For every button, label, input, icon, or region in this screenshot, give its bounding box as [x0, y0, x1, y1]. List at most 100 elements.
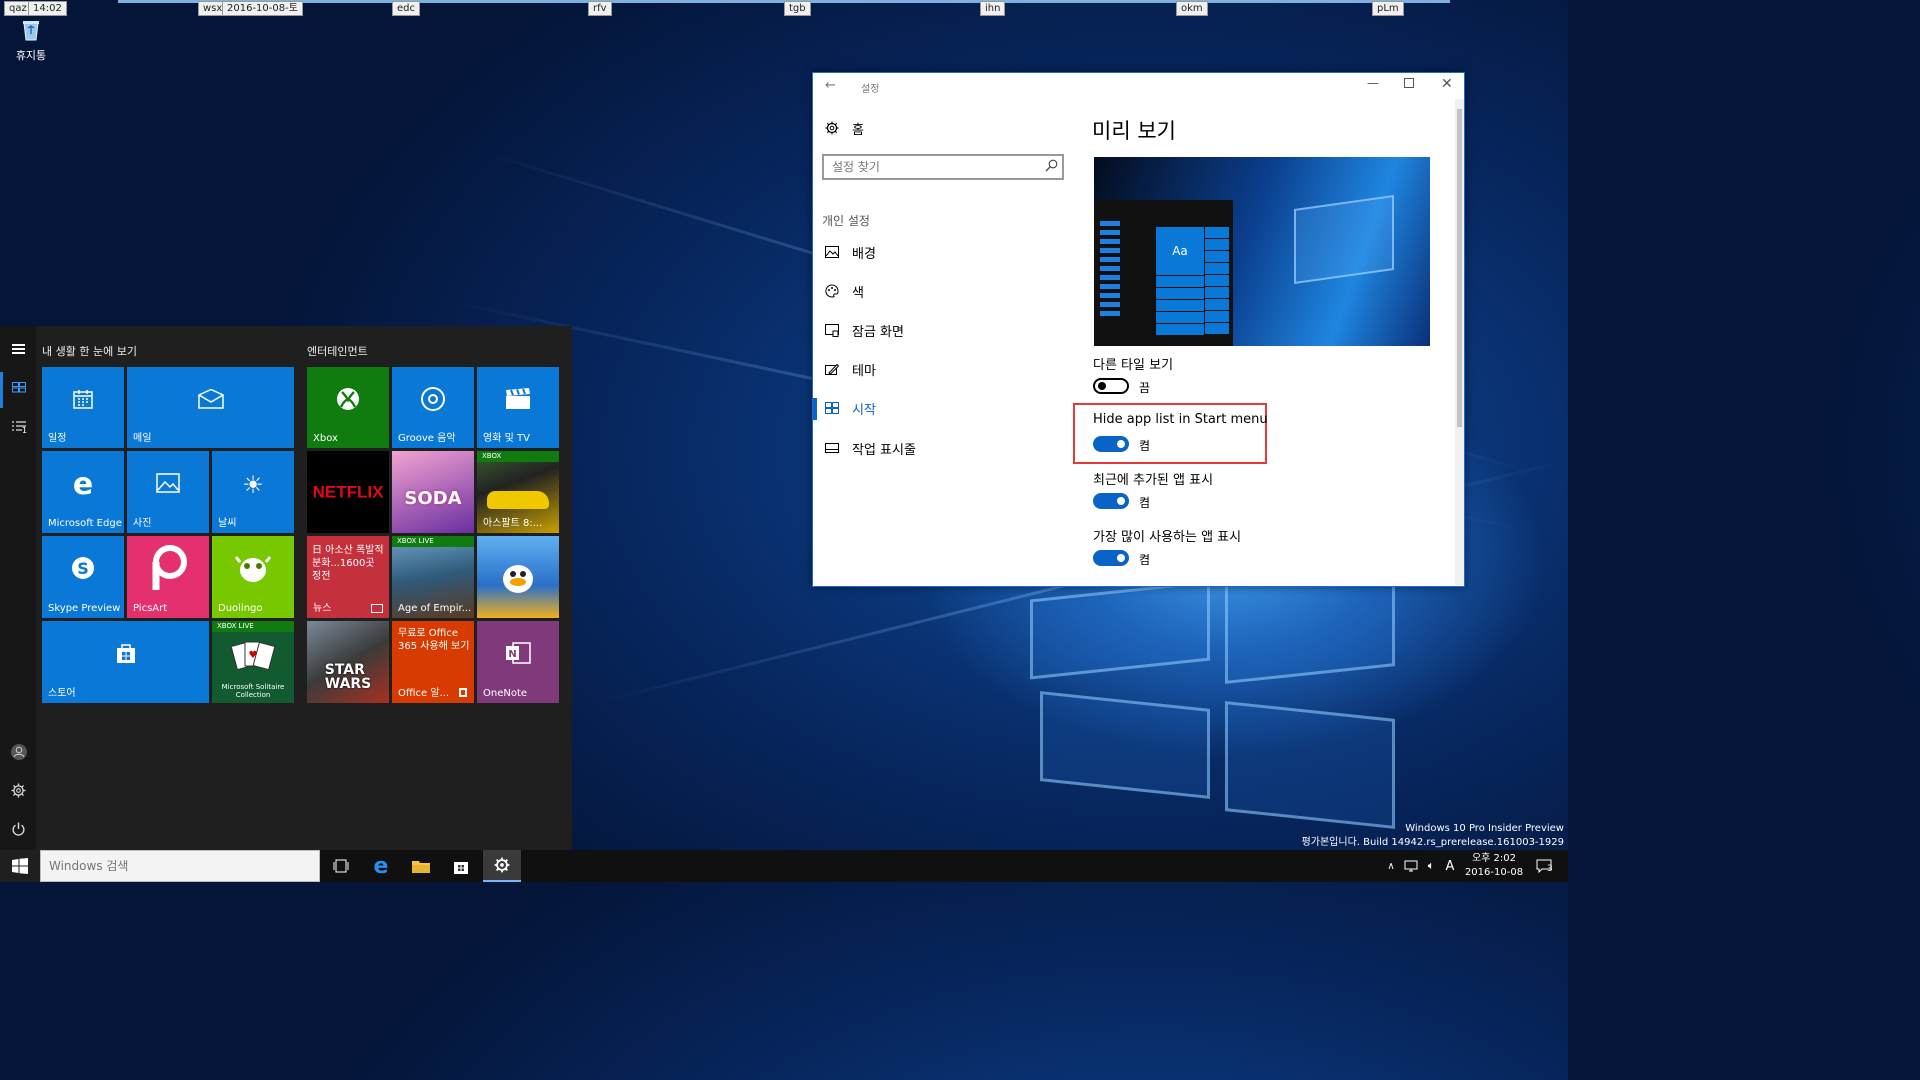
- tiles-view-icon[interactable]: [12, 382, 26, 393]
- settings-search-input[interactable]: [832, 157, 1042, 177]
- tile-photos[interactable]: 사진: [127, 451, 209, 533]
- start-preview-image: Aa: [1094, 157, 1430, 346]
- tile-onenote[interactable]: N OneNote: [477, 621, 559, 703]
- volume-icon[interactable]: 🔈︎: [1422, 850, 1440, 882]
- tile-skype[interactable]: S Skype Preview: [42, 536, 124, 618]
- edge-icon: e: [72, 467, 94, 503]
- file-explorer-taskbar-icon[interactable]: [402, 850, 440, 882]
- tile-label: Skype Preview: [48, 603, 121, 614]
- tile-age-of-empires[interactable]: XBOX LIVE Age of Empir...: [392, 536, 474, 618]
- nav-item-taskbar[interactable]: 작업 표시줄: [824, 437, 916, 459]
- preview-window-logo: [1294, 194, 1394, 285]
- watermark-line2: 평가본입니다. Build 14942.rs_prerelease.161003…: [1301, 837, 1564, 848]
- close-button[interactable]: ✕: [1441, 76, 1453, 92]
- tile-mail[interactable]: 메일: [127, 367, 294, 448]
- tile-xbox[interactable]: Xbox: [307, 367, 389, 448]
- task-view-button[interactable]: [322, 850, 360, 882]
- taskbar-search-box[interactable]: [40, 850, 320, 882]
- tile-label: 뉴스: [313, 603, 332, 614]
- toggle-state: 끔: [1139, 381, 1151, 395]
- option-label: 최근에 추가된 앱 표시: [1093, 473, 1214, 488]
- store-taskbar-icon[interactable]: [442, 850, 480, 882]
- hamburger-menu-icon[interactable]: [12, 344, 25, 354]
- skype-icon: S: [70, 555, 96, 585]
- preview-app-list: [1100, 221, 1120, 316]
- all-apps-icon[interactable]: 1: [12, 421, 30, 437]
- clock[interactable]: 오후 2:02 2016-10-08: [1462, 852, 1526, 880]
- tile-solitaire[interactable]: XBOX LIVE ♥ Microsoft Solitaire Collecti…: [212, 621, 294, 703]
- home-label: 홈: [852, 122, 864, 138]
- network-icon[interactable]: [1402, 850, 1420, 882]
- option-label: Hide app list in Start menu: [1093, 412, 1268, 427]
- scrollbar[interactable]: [1455, 99, 1464, 585]
- onenote-icon: N: [505, 641, 531, 669]
- tile-duck-game[interactable]: [477, 536, 559, 618]
- back-arrow-icon[interactable]: ←: [825, 78, 836, 93]
- nav-item-lock-screen[interactable]: 잠금 화면: [824, 319, 904, 341]
- recently-added-toggle[interactable]: [1093, 493, 1129, 509]
- hide-app-list-toggle[interactable]: [1093, 436, 1129, 452]
- tile-edge[interactable]: e Microsoft Edge: [42, 451, 124, 533]
- tile-duolingo[interactable]: Duolingo: [212, 536, 294, 618]
- tile-movies[interactable]: 영화 및 TV: [477, 367, 559, 448]
- owl-icon: [234, 552, 272, 588]
- minimize-button[interactable]: —: [1367, 76, 1379, 90]
- window-title: 설정: [861, 84, 880, 95]
- tile-netflix[interactable]: NETFLIX: [307, 451, 389, 533]
- nav-item-start[interactable]: 시작: [824, 397, 876, 419]
- news-headline: 日 아소산 폭발적 분화...1600곳 정전: [312, 545, 384, 582]
- home-link[interactable]: 홈: [824, 117, 864, 139]
- news-icon: [371, 604, 383, 613]
- taskbar-search-input[interactable]: [49, 852, 309, 880]
- tile-label: 아스팔트 8:...: [483, 518, 543, 529]
- settings-gear-icon[interactable]: [11, 783, 26, 801]
- tile-label: 날씨: [218, 518, 237, 529]
- settings-taskbar-icon[interactable]: [483, 850, 521, 882]
- window-logo-pane: [1225, 701, 1395, 829]
- toggle-state: 켬: [1139, 439, 1151, 453]
- chevron-up-icon[interactable]: ∧: [1384, 850, 1398, 882]
- tile-candy-crush-soda[interactable]: SODA: [392, 451, 474, 533]
- maximize-button[interactable]: [1404, 78, 1414, 88]
- watermark: Windows 10 Pro Insider Preview 평가본입니다. B…: [1302, 822, 1564, 850]
- top-label: rfv: [588, 1, 612, 16]
- window-logo-pane: [1030, 580, 1210, 680]
- tile-label: 스토어: [48, 688, 76, 699]
- start-icon: [824, 400, 840, 416]
- groove-icon: [420, 386, 446, 416]
- top-label: edc: [392, 1, 420, 16]
- tile-store[interactable]: 스토어: [42, 621, 209, 703]
- settings-search-field[interactable]: [822, 154, 1064, 180]
- sun-icon: ☀: [242, 471, 264, 500]
- tile-calendar[interactable]: 일정: [42, 367, 124, 448]
- scrollbar-thumb[interactable]: [1457, 109, 1462, 427]
- window-logo-pane: [1040, 691, 1210, 799]
- nav-item-theme[interactable]: 테마: [824, 358, 876, 380]
- tile-office[interactable]: 무료로 Office 365 사용해 보기 Office 알...: [392, 621, 474, 703]
- tile-star-wars[interactable]: STAR WARS: [307, 621, 389, 703]
- search-icon[interactable]: [1045, 159, 1058, 175]
- ime-indicator[interactable]: A: [1442, 850, 1458, 882]
- user-avatar-icon[interactable]: [11, 744, 27, 760]
- tile-picsart[interactable]: PicsArt: [127, 536, 209, 618]
- soda-logo: SODA: [404, 487, 462, 509]
- edge-taskbar-icon[interactable]: e: [362, 850, 400, 882]
- tile-badge: XBOX LIVE: [392, 536, 474, 547]
- tile-asphalt8[interactable]: XBOX 아스팔트 8:...: [477, 451, 559, 533]
- tile-groove[interactable]: Groove 음악: [392, 367, 474, 448]
- nav-item-color[interactable]: 색: [824, 280, 864, 302]
- most-used-toggle[interactable]: [1093, 550, 1129, 566]
- action-center-button[interactable]: 3: [1530, 850, 1558, 882]
- start-menu: 1 내 생활 한 눈에 보기 엔터테인먼트 일정 메일 e Microsoft …: [0, 326, 572, 850]
- windows-logo-icon: [12, 858, 28, 874]
- tile-weather[interactable]: ☀ 날씨: [212, 451, 294, 533]
- nav-item-background[interactable]: 배경: [824, 241, 876, 263]
- other-tiles-toggle[interactable]: [1093, 378, 1129, 394]
- power-icon[interactable]: [11, 822, 26, 840]
- watermark-line1: Windows 10 Pro Insider Preview: [1405, 823, 1564, 834]
- recycle-bin[interactable]: 휴지통: [10, 16, 52, 63]
- xbox-icon: [335, 386, 361, 416]
- tile-news[interactable]: 日 아소산 폭발적 분화...1600곳 정전 뉴스: [307, 536, 389, 618]
- start-button[interactable]: [0, 850, 40, 882]
- page-title: 미리 보기: [1092, 119, 1176, 143]
